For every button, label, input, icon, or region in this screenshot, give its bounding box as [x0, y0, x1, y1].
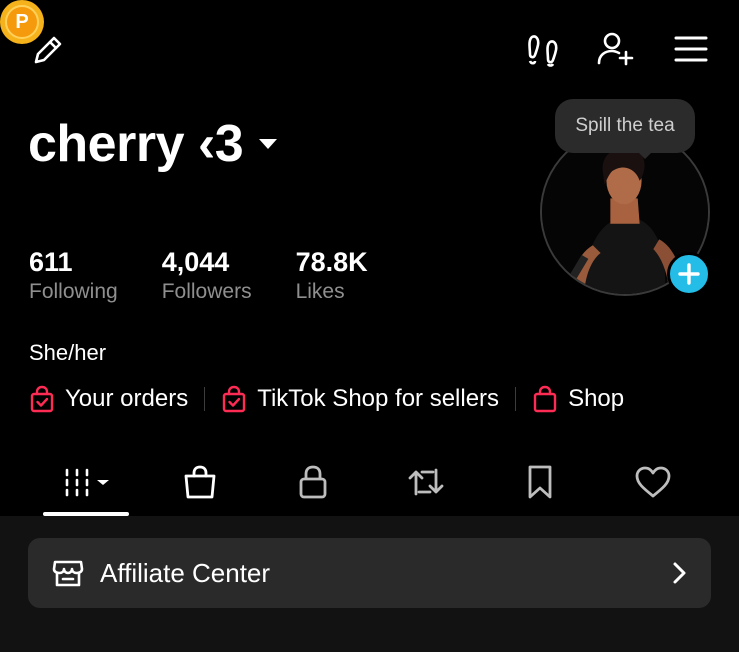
content-tabs [0, 448, 739, 518]
shopping-bag-icon [533, 385, 557, 413]
link-label: Your orders [65, 385, 189, 412]
storefront-icon [52, 557, 84, 589]
stat-label: Following [29, 280, 118, 303]
profile-name: cherry ‹3 [28, 115, 244, 173]
profile-bio: She/her [29, 340, 107, 365]
account-switcher[interactable]: cherry ‹3 [28, 114, 278, 174]
tab-private[interactable] [283, 448, 343, 516]
stat-value: 611 [29, 247, 73, 277]
add-story-button[interactable] [667, 252, 711, 296]
tooltip-tail [636, 150, 654, 159]
stat-value: 4,044 [161, 247, 230, 277]
stat-label: Followers [161, 280, 252, 303]
affiliate-center-label: Affiliate Center [100, 557, 271, 588]
tiktok-shop-sellers-link[interactable]: TikTok Shop for sellers [221, 385, 499, 413]
link-label: Shop [568, 385, 625, 412]
top-bar: P [0, 0, 739, 100]
hamburger-menu-icon [674, 36, 708, 62]
edit-profile-button[interactable] [28, 30, 68, 70]
stat-label: Likes [295, 280, 345, 303]
chevron-right-icon [673, 562, 686, 584]
footprints-icon [528, 35, 558, 67]
videos-grid-icon [65, 468, 109, 497]
shop-bag-icon [184, 465, 216, 499]
tab-reposts[interactable] [396, 448, 456, 516]
plus-icon [678, 263, 700, 285]
link-label: TikTok Shop for sellers [257, 385, 500, 412]
stat-following[interactable]: 611 Following [29, 246, 118, 306]
stat-likes[interactable]: 78.8K Likes [296, 246, 368, 306]
shop-links: Your orders TikTok Shop for sellers Shop [29, 382, 624, 416]
your-orders-link[interactable]: Your orders [29, 385, 188, 413]
link-separator [515, 387, 517, 411]
shopping-bag-check-icon [30, 385, 54, 413]
pencil-icon [34, 36, 62, 64]
shopping-bag-check-icon [222, 385, 246, 413]
caret-down-icon [259, 139, 278, 149]
bookmark-icon [528, 465, 552, 499]
tab-shop[interactable] [170, 448, 230, 516]
link-separator [204, 387, 206, 411]
profile-stats: 611 Following 4,044 Followers 78.8K Like… [29, 246, 412, 306]
repost-icon [408, 468, 444, 496]
tab-favorites[interactable] [510, 448, 570, 516]
note-tooltip[interactable]: Spill the tea [555, 99, 695, 153]
tab-videos[interactable] [43, 448, 129, 516]
stat-value: 78.8K [295, 247, 368, 277]
shop-link[interactable]: Shop [532, 385, 624, 413]
tooltip-text: Spill the tea [575, 115, 675, 136]
affiliate-center-button[interactable]: Affiliate Center [28, 538, 711, 608]
profile-views-button[interactable] [522, 28, 564, 70]
stat-followers[interactable]: 4,044 Followers [162, 246, 252, 306]
tab-liked[interactable] [623, 448, 683, 516]
add-user-icon [597, 32, 634, 66]
add-friend-button[interactable] [594, 28, 638, 70]
lock-icon [299, 465, 327, 499]
menu-button[interactable] [670, 28, 712, 70]
profile-page: P cherry ‹3 Spill the tea 611 Following … [0, 0, 739, 652]
heart-icon [635, 466, 671, 498]
